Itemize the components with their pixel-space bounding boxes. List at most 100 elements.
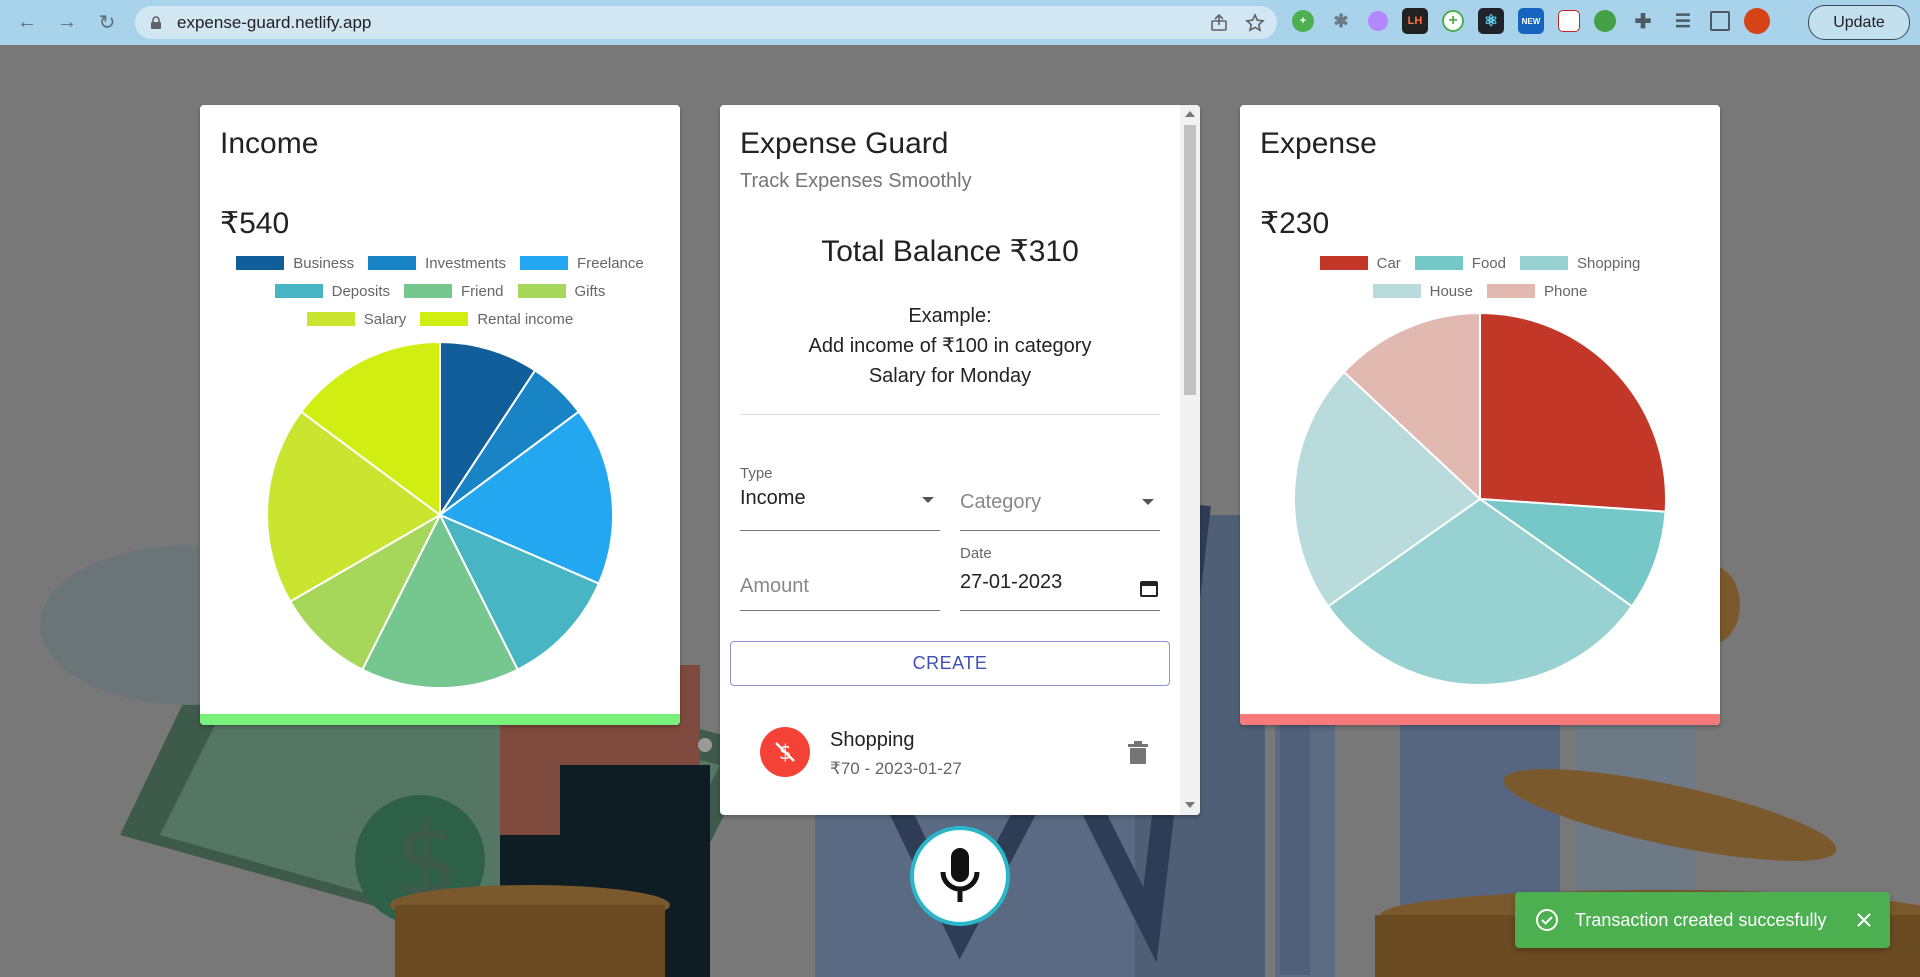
expense-title: Expense [1260, 127, 1377, 160]
extension-plus-green-icon[interactable]: + [1292, 10, 1314, 32]
expense-legend-item[interactable]: Car [1319, 254, 1401, 272]
money-off-icon: $ [760, 727, 810, 777]
legend-swatch [1372, 284, 1421, 298]
create-button[interactable]: CREATE [730, 641, 1170, 686]
scroll-thumb[interactable] [1184, 125, 1196, 395]
check-circle-icon [1536, 909, 1558, 931]
expense-legend-item[interactable]: House [1372, 282, 1473, 300]
legend-swatch [1414, 256, 1463, 270]
income-legend-item[interactable]: Investments [368, 255, 506, 272]
legend-swatch [236, 256, 285, 270]
legend-label: Phone [1543, 282, 1588, 300]
calendar-icon[interactable] [1140, 579, 1158, 597]
legend-swatch [420, 312, 469, 326]
legend-swatch [274, 284, 323, 298]
income-legend-row: Business Investments Freelance [200, 249, 680, 277]
forward-icon[interactable]: → [52, 7, 82, 37]
type-select[interactable]: Type Income [740, 465, 940, 531]
main-card: Expense Guard Track Expenses Smoothly To… [720, 105, 1200, 815]
extension-new-icon[interactable]: NEW [1518, 8, 1544, 34]
expense-legend-item[interactable]: Phone [1486, 282, 1588, 300]
update-button[interactable]: Update [1808, 5, 1910, 40]
type-label: Type [740, 465, 773, 482]
amount-input[interactable]: Amount [740, 545, 940, 611]
legend-label: Deposits [331, 282, 390, 300]
legend-swatch [1519, 256, 1568, 270]
lock-icon [151, 15, 161, 29]
legend-label: Investments [425, 254, 507, 272]
scroll-down-icon[interactable] [1185, 802, 1195, 808]
legend-label: House [1429, 282, 1473, 300]
app-subtitle: Track Expenses Smoothly [740, 170, 972, 192]
legend-label: Shopping [1576, 254, 1641, 272]
example-text: Example: Add income of ₹100 in category … [808, 305, 1092, 387]
close-icon[interactable] [1856, 912, 1872, 928]
transaction-name: Shopping [830, 729, 915, 751]
income-amount: ₹540 [220, 207, 290, 240]
income-pie-chart [266, 340, 614, 689]
extension-robot-icon[interactable] [1594, 10, 1616, 32]
url-text: expense-guard.netlify.app [177, 12, 372, 32]
scrollbar[interactable] [1180, 105, 1200, 815]
profile-avatar-icon[interactable] [1744, 8, 1770, 34]
legend-label: Business [293, 254, 355, 272]
extension-calendar-icon[interactable] [1558, 10, 1580, 32]
income-legend-item[interactable]: Deposits [274, 282, 390, 300]
type-value: Income [740, 487, 806, 509]
scroll-up-icon[interactable] [1185, 111, 1195, 117]
category-select[interactable]: Category [960, 465, 1160, 531]
legend-label: Friend [460, 282, 504, 300]
legend-swatch [520, 256, 569, 270]
expense-legend-item[interactable]: Shopping [1519, 254, 1641, 272]
income-legend-item[interactable]: Business [236, 255, 354, 272]
chevron-down-icon [1142, 499, 1154, 505]
transaction-list-item: $ Shopping ₹70 - 2023-01-27 [740, 713, 1160, 783]
income-legend-row: Deposits Friend Gifts [200, 277, 680, 305]
date-value: 27-01-2023 [960, 571, 1063, 593]
share-icon[interactable] [1209, 13, 1229, 33]
date-input[interactable]: Date 27-01-2023 [960, 545, 1160, 611]
legend-label: Freelance [577, 254, 644, 272]
legend-swatch [306, 312, 355, 326]
address-bar[interactable]: expense-guard.netlify.app [135, 6, 1277, 39]
extension-add-icon[interactable]: + [1442, 10, 1464, 32]
success-toast: Transaction created succesfully [1515, 892, 1890, 948]
transaction-detail: ₹70 - 2023-01-27 [830, 759, 962, 778]
income-legend: Business Investments Freelance Deposits Frie… [200, 249, 680, 333]
expense-legend-item[interactable]: Food [1414, 255, 1506, 272]
expense-pie-slice-car[interactable] [1479, 311, 1667, 513]
income-legend-item[interactable]: Friend [403, 282, 504, 300]
expense-legend-row: House Phone [1240, 277, 1720, 305]
extension-lighthouse-icon[interactable]: LH [1402, 8, 1428, 34]
income-legend-item[interactable]: Freelance [520, 255, 644, 272]
total-balance: Total Balance ₹310 [821, 235, 1079, 268]
expense-legend: Car Food Shopping House Phone [1240, 249, 1720, 305]
expense-legend-row: Car Food Shopping [1240, 249, 1720, 277]
extension-bug-icon[interactable]: ✱ [1328, 8, 1354, 34]
legend-label: Rental income [477, 310, 574, 328]
reload-icon[interactable]: ↻ [92, 7, 122, 37]
side-panel-icon[interactable] [1710, 11, 1730, 31]
date-label: Date [960, 545, 992, 562]
back-icon[interactable]: ← [12, 7, 42, 37]
income-legend-item[interactable]: Salary [306, 311, 406, 328]
reading-list-icon[interactable]: ☰ [1670, 8, 1696, 34]
legend-label: Car [1376, 254, 1401, 272]
income-legend-item[interactable]: Gifts [517, 282, 606, 300]
extension-react-icon[interactable]: ⚛ [1478, 8, 1504, 34]
legend-swatch [1486, 284, 1535, 298]
app-title: Expense Guard [740, 127, 949, 160]
income-card: Income ₹540 Business Investments Freelance… [200, 105, 680, 725]
microphone-button[interactable] [910, 826, 1010, 926]
category-placeholder: Category [960, 491, 1042, 513]
income-legend-item[interactable]: Rental income [420, 311, 573, 328]
expense-amount: ₹230 [1260, 207, 1330, 240]
legend-swatch [368, 256, 417, 270]
bookmark-star-icon[interactable] [1245, 12, 1265, 33]
income-legend-row: Salary Rental income [200, 305, 680, 333]
extension-purple-icon[interactable] [1368, 11, 1388, 31]
delete-icon[interactable] [1127, 741, 1149, 765]
extensions-puzzle-icon[interactable]: ✚ [1630, 8, 1656, 34]
expense-bar [1240, 714, 1720, 725]
legend-label: Gifts [574, 282, 606, 300]
